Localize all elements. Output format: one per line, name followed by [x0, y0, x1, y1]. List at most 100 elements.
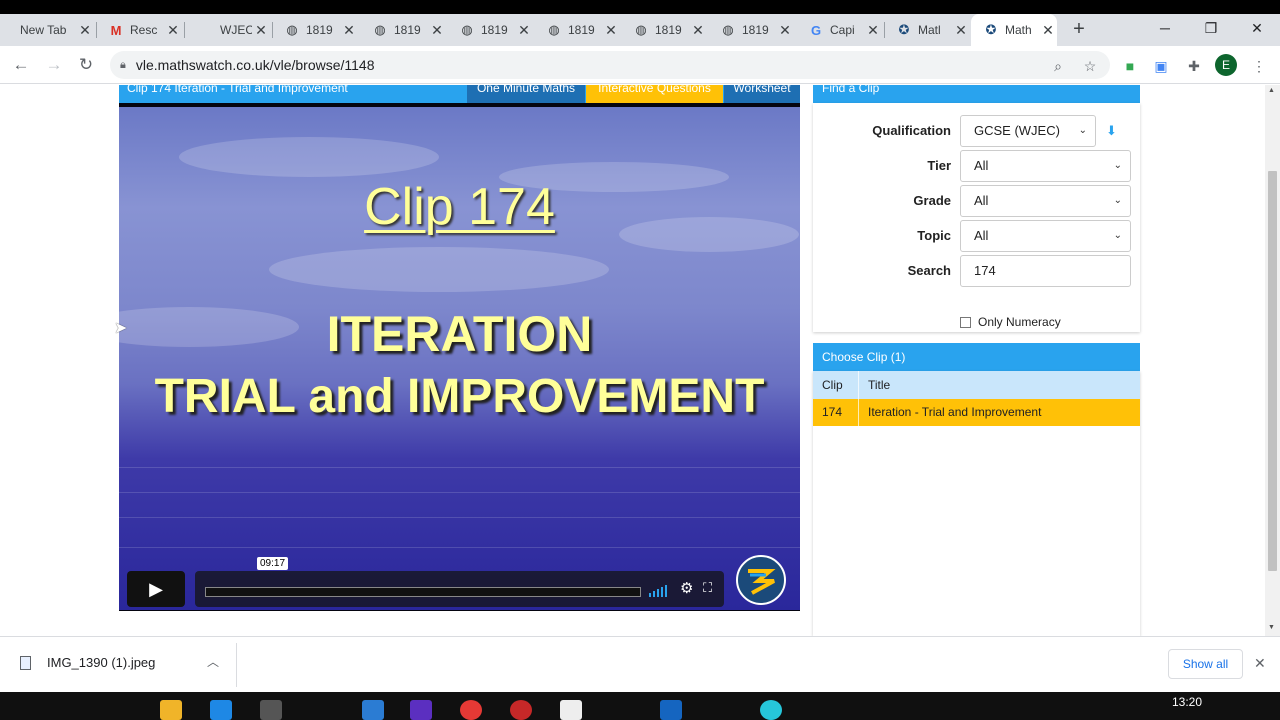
close-icon[interactable]: ✕	[340, 22, 358, 39]
only-numeracy-checkbox[interactable]: Only Numeracy	[960, 315, 1061, 329]
app-icon[interactable]	[510, 700, 532, 720]
download-icon[interactable]: ⬇	[1106, 123, 1117, 139]
tab-title: 1819	[742, 23, 769, 37]
tab-wjec[interactable]: WJEC ✕	[184, 14, 270, 46]
screen-top-border	[0, 0, 1280, 14]
find-clip-panel: Qualification GCSE (WJEC) ⌄ ⬇ Tier All ⌄…	[813, 103, 1140, 332]
new-tab-button[interactable]: +	[1068, 14, 1090, 46]
tier-row: Tier All ⌄	[813, 150, 1140, 182]
download-item[interactable]: IMG_1390 (1).jpeg	[20, 655, 155, 670]
word-icon[interactable]	[660, 700, 682, 720]
forward-icon[interactable]: →	[41, 52, 67, 78]
checkbox-box[interactable]	[960, 316, 971, 328]
chevron-down-icon: ⌄	[1113, 195, 1122, 206]
cloud	[269, 247, 609, 292]
video-player[interactable]: Clip 174 ITERATION TRIAL and IMPROVEMENT…	[119, 103, 800, 611]
close-icon[interactable]: ✕	[1039, 22, 1057, 39]
file-explorer-icon[interactable]	[160, 700, 182, 720]
close-icon[interactable]: ✕	[164, 22, 182, 39]
tier-select[interactable]: All ⌄	[960, 150, 1131, 182]
topic-select[interactable]: All ⌄	[960, 220, 1131, 252]
show-all-button[interactable]: Show all	[1168, 649, 1243, 679]
address-bar[interactable]: 🔒︎ vle.mathswatch.co.uk/vle/browse/1148	[110, 51, 1110, 79]
bookmark-star-icon[interactable]: ☆	[1079, 55, 1101, 77]
tab-title: Matl	[918, 23, 941, 37]
tab-new-tab[interactable]: New Tab ✕	[8, 14, 94, 46]
progress-bar[interactable]	[205, 587, 641, 597]
edge-icon[interactable]	[210, 700, 232, 720]
tab-interactive-questions[interactable]: Interactive Questions	[586, 85, 723, 103]
tab-1819-e[interactable]: ◍ 1819 ✕	[621, 14, 707, 46]
wave-line	[119, 517, 800, 518]
scroll-down-icon[interactable]: ▼	[1268, 624, 1275, 631]
search-input[interactable]: 174	[960, 255, 1131, 287]
zoom-icon[interactable]: ⌕	[1047, 55, 1069, 77]
browser-toolbar: ← → ↻ 🔒︎ vle.mathswatch.co.uk/vle/browse…	[0, 46, 1280, 84]
minimize-icon[interactable]: ─	[1142, 14, 1188, 42]
extensions-puzzle-icon[interactable]: ✚	[1183, 55, 1205, 77]
close-icon[interactable]: ✕	[689, 22, 707, 39]
window-close-icon[interactable]: ✕	[1234, 14, 1280, 42]
scrollbar-thumb[interactable]	[1268, 171, 1277, 571]
close-icon[interactable]: ✕	[515, 22, 533, 39]
tab-1819-d[interactable]: ◍ 1819 ✕	[534, 14, 620, 46]
globe-icon: ◍	[286, 22, 298, 37]
close-icon[interactable]: ✕	[428, 22, 446, 39]
play-button[interactable]: ▶	[127, 571, 185, 607]
taskbar-clock: 13:20	[1172, 695, 1203, 709]
reload-icon[interactable]: ↻	[73, 52, 99, 78]
close-icon[interactable]: ✕	[952, 22, 970, 39]
scroll-up-icon[interactable]: ▲	[1268, 87, 1275, 94]
chevron-up-icon[interactable]: ︿	[207, 653, 219, 670]
translate-icon[interactable]: ▣	[1150, 55, 1172, 77]
tab-1819-a[interactable]: ◍ 1819 ✕	[272, 14, 358, 46]
qualification-select[interactable]: GCSE (WJEC) ⌄	[960, 115, 1096, 147]
tab-title: 1819	[481, 23, 508, 37]
column-header-clip: Clip	[822, 378, 843, 392]
table-row[interactable]: 174 Iteration - Trial and Improvement	[813, 399, 1140, 426]
grade-select[interactable]: All ⌄	[960, 185, 1131, 217]
menu-dots-icon[interactable]: ⋮	[1248, 55, 1270, 77]
close-icon[interactable]: ✕	[252, 22, 270, 39]
grade-label: Grade	[913, 193, 951, 208]
tab-1819-b[interactable]: ◍ 1819 ✕	[360, 14, 446, 46]
settings-gear-icon[interactable]: ⚙	[680, 579, 693, 597]
tab-1819-f[interactable]: ◍ 1819 ✕	[708, 14, 794, 46]
tab-capi[interactable]: G Capi ✕	[796, 14, 882, 46]
app-icon[interactable]	[560, 700, 582, 720]
restore-icon[interactable]: ❐	[1188, 14, 1234, 42]
close-icon[interactable]: ✕	[776, 22, 794, 39]
back-icon[interactable]: ←	[8, 52, 34, 78]
clip-title: Clip 174 Iteration - Trial and Improveme…	[127, 85, 348, 95]
chevron-down-icon: ⌄	[1078, 125, 1087, 136]
tier-value: All	[974, 158, 989, 173]
close-icon[interactable]: ✕	[76, 22, 94, 39]
grade-row: Grade All ⌄	[813, 185, 1140, 217]
app-icon[interactable]	[760, 700, 782, 720]
extension-apps-icon[interactable]: ■	[1119, 55, 1141, 77]
avatar[interactable]: E	[1215, 54, 1237, 76]
fullscreen-icon[interactable]: ⛶	[703, 580, 712, 596]
teams-icon[interactable]	[410, 700, 432, 720]
wave-line	[119, 547, 800, 548]
tab-one-minute-maths[interactable]: One Minute Maths	[467, 85, 585, 103]
tab-title: 1819	[568, 23, 595, 37]
close-icon[interactable]: ✕	[602, 22, 620, 39]
store-icon[interactable]	[260, 700, 282, 720]
tab-worksheet[interactable]: Worksheet	[724, 85, 800, 103]
tab-mathswatch-active[interactable]: ✪ Math ✕	[971, 14, 1057, 46]
tab-title: 1819	[655, 23, 682, 37]
volume-icon[interactable]	[649, 583, 673, 597]
qualification-row: Qualification GCSE (WJEC) ⌄ ⬇	[813, 115, 1140, 147]
chrome-icon[interactable]	[460, 700, 482, 720]
tab-title: Math	[1005, 23, 1032, 37]
outlook-icon[interactable]	[362, 700, 384, 720]
download-filename: IMG_1390 (1).jpeg	[47, 655, 156, 670]
tab-gmail[interactable]: M Resc ✕	[96, 14, 182, 46]
slide-heading: ITERATION	[326, 306, 593, 362]
close-icon[interactable]: ✕	[864, 22, 882, 39]
tab-1819-c[interactable]: ◍ 1819 ✕	[447, 14, 533, 46]
tab-mathswatch-a[interactable]: ✪ Matl ✕	[884, 14, 970, 46]
page-scrollbar[interactable]: ▲ ▼	[1265, 85, 1280, 636]
close-icon[interactable]: ✕	[1254, 655, 1266, 672]
